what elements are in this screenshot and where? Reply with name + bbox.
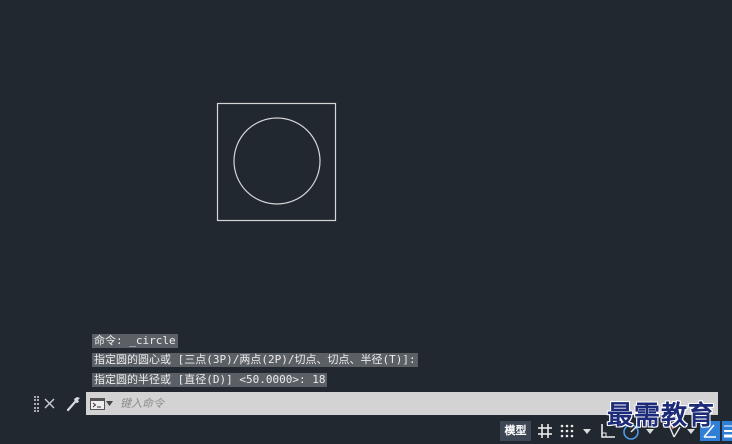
history-line: 指定圆的半径或 [直径(D)] <50.0000>: 18 xyxy=(92,373,328,387)
history-line-text: 指定圆的圆心或 [三点(3P)/两点(2P)/切点、切点、半径(T)]: xyxy=(92,353,418,367)
model-tab[interactable]: 模型 xyxy=(500,421,531,441)
isometric-icon[interactable] xyxy=(665,422,683,440)
chevron-down-icon[interactable] xyxy=(646,429,654,434)
circle-shape[interactable] xyxy=(233,117,321,205)
grid-icon[interactable] xyxy=(537,423,553,439)
command-prompt-icon[interactable] xyxy=(90,398,105,410)
command-input[interactable] xyxy=(120,394,700,413)
history-line-text: 命令: _circle xyxy=(92,334,178,348)
history-line: 命令: _circle xyxy=(92,334,178,348)
chevron-down-icon[interactable] xyxy=(687,429,695,434)
snap-icon[interactable] xyxy=(559,423,575,439)
command-line[interactable] xyxy=(86,392,718,415)
square-shape[interactable] xyxy=(216,102,337,222)
history-line: 指定圆的圆心或 [三点(3P)/两点(2P)/切点、切点、半径(T)]: xyxy=(92,353,418,367)
wrench-icon[interactable] xyxy=(65,395,82,412)
history-line-text: 指定圆的半径或 [直径(D)] <50.0000>: 18 xyxy=(92,373,328,387)
dynamic-input-icon[interactable] xyxy=(700,421,720,441)
chevron-down-icon[interactable] xyxy=(583,429,591,434)
ortho-icon[interactable] xyxy=(599,422,617,440)
grip-handle-icon[interactable] xyxy=(34,396,39,412)
polar-tracking-icon[interactable] xyxy=(622,422,640,440)
close-icon[interactable] xyxy=(43,397,56,410)
lineweight-icon[interactable] xyxy=(722,421,732,441)
chevron-down-icon[interactable] xyxy=(106,401,113,406)
